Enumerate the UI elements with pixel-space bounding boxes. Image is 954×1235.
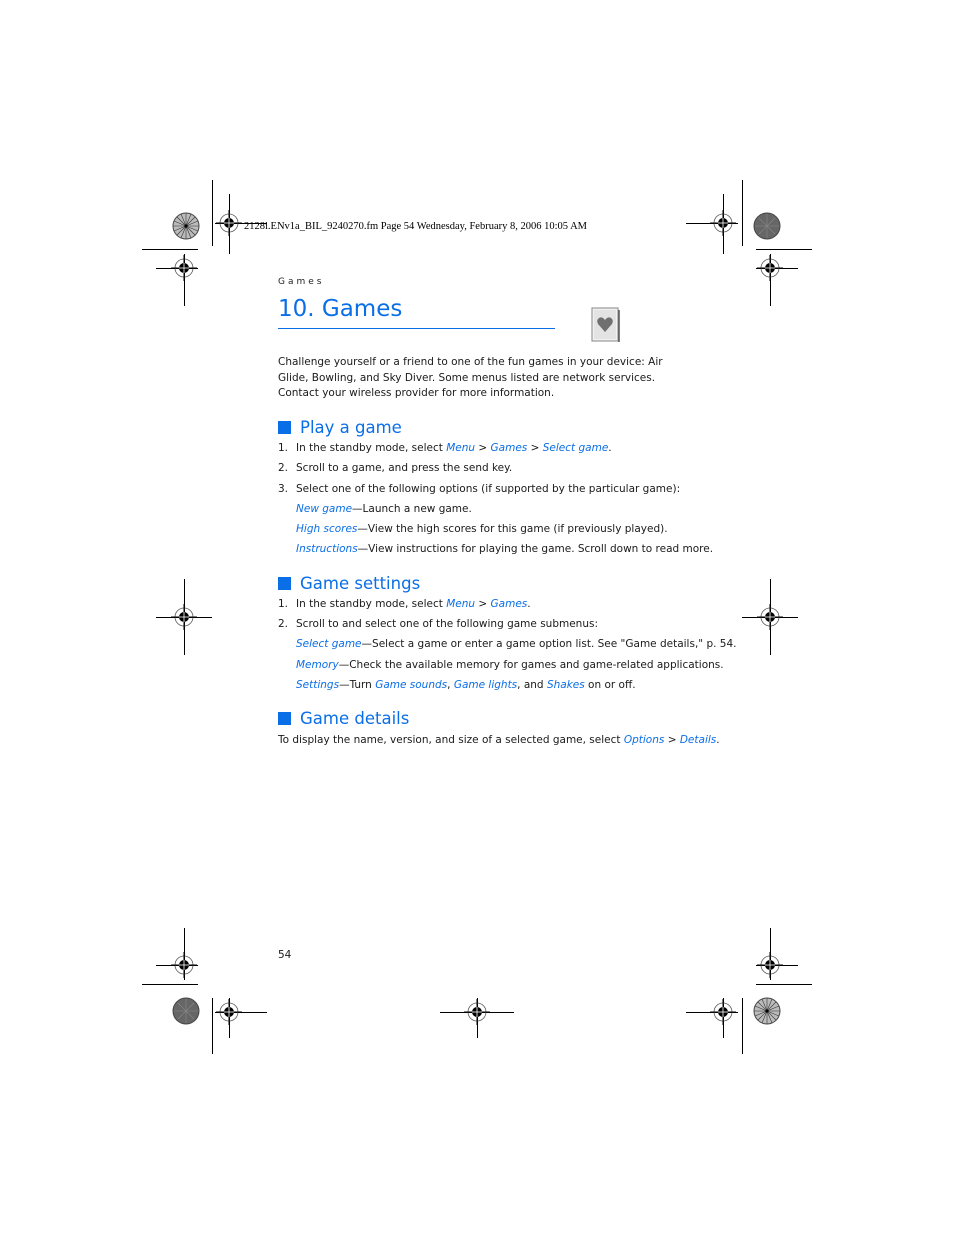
path-separator: > xyxy=(664,734,680,746)
step-text: . xyxy=(608,442,612,454)
option-item: Instructions—View instructions for playi… xyxy=(296,543,713,555)
menu-path-link: Options xyxy=(623,734,665,746)
crop-line xyxy=(212,998,213,1054)
option-desc: —View instructions for playing the game.… xyxy=(357,543,714,555)
menu-path-link: Shakes xyxy=(546,679,585,691)
option-desc: —View the high scores for this game (if … xyxy=(357,523,668,535)
registration-mark-icon xyxy=(171,604,197,630)
details-paragraph: To display the name, version, and size o… xyxy=(278,734,720,746)
color-rosette-icon xyxy=(172,212,200,240)
option-desc: , xyxy=(447,679,454,691)
menu-path-link: Games xyxy=(490,598,528,610)
page-number: 54 xyxy=(278,949,292,961)
option-term: Memory xyxy=(296,659,339,671)
color-rosette-icon xyxy=(172,997,200,1025)
step-text: In the standby mode, select xyxy=(296,442,447,454)
option-term: Settings xyxy=(296,679,340,691)
option-desc: —Select a game or enter a game option li… xyxy=(361,638,737,650)
option-item: High scores—View the high scores for thi… xyxy=(296,523,668,535)
section-heading-text: Play a game xyxy=(300,418,402,437)
step-text: Scroll to and select one of the followin… xyxy=(296,618,598,630)
paragraph-text: To display the name, version, and size o… xyxy=(278,734,624,746)
step-number: 1. xyxy=(278,442,289,454)
menu-path-link: Details xyxy=(679,734,717,746)
step-item: 1. In the standby mode, select Menu > Gam… xyxy=(278,598,531,610)
option-term: Select game xyxy=(296,638,362,650)
registration-mark-icon xyxy=(757,952,783,978)
registration-mark-icon xyxy=(757,255,783,281)
option-item: Settings—Turn Game sounds, Game lights, … xyxy=(296,679,636,691)
color-rosette-icon xyxy=(753,212,781,240)
step-item: 2. Scroll to a game, and press the send k… xyxy=(278,462,512,474)
registration-mark-icon xyxy=(757,604,783,630)
option-desc: —Launch a new game. xyxy=(352,503,472,515)
step-text: . xyxy=(527,598,531,610)
crop-line xyxy=(756,984,812,985)
chapter-title: 10. Games xyxy=(278,296,403,322)
option-desc: —Check the available memory for games an… xyxy=(338,659,724,671)
registration-mark-icon xyxy=(216,999,242,1025)
step-text: Scroll to a game, and press the send key… xyxy=(296,462,513,474)
menu-path-link: Menu xyxy=(446,598,476,610)
option-desc: —Turn xyxy=(339,679,376,691)
crop-line xyxy=(142,249,198,250)
crop-line xyxy=(742,180,743,246)
menu-path-link: Menu xyxy=(446,442,476,454)
step-text: In the standby mode, select xyxy=(296,598,447,610)
section-heading-text: Game settings xyxy=(300,574,421,593)
menu-path-link: Games xyxy=(490,442,528,454)
section-heading-game-settings: Game settings xyxy=(278,574,420,593)
chapter-title-underline xyxy=(278,328,555,329)
crop-line xyxy=(142,984,198,985)
step-text: Select one of the following options (if … xyxy=(296,483,681,495)
option-desc: , and xyxy=(517,679,547,691)
path-separator: > xyxy=(527,442,543,454)
path-separator: > xyxy=(475,598,491,610)
color-rosette-icon xyxy=(753,997,781,1025)
running-head: Games xyxy=(278,277,325,287)
option-desc: on or off. xyxy=(584,679,636,691)
registration-mark-icon xyxy=(171,255,197,281)
registration-mark-icon xyxy=(171,952,197,978)
step-item: 3. Select one of the following options (i… xyxy=(278,483,680,495)
paragraph-text: . xyxy=(716,734,720,746)
step-number: 2. xyxy=(278,618,289,630)
option-term: New game xyxy=(296,503,353,515)
option-term: Instructions xyxy=(296,543,358,555)
path-separator: > xyxy=(475,442,491,454)
option-item: Memory—Check the available memory for ga… xyxy=(296,659,724,671)
step-item: 1. In the standby mode, select Menu > Gam… xyxy=(278,442,612,454)
menu-path-link: Game lights xyxy=(453,679,518,691)
registration-mark-icon xyxy=(710,999,736,1025)
registration-mark-icon xyxy=(710,210,736,236)
crop-line xyxy=(742,998,743,1054)
step-item: 2. Scroll to and select one of the follow… xyxy=(278,618,598,630)
print-slug: 2128i.ENv1a_BIL_9240270.fm Page 54 Wedne… xyxy=(244,221,587,232)
step-number: 3. xyxy=(278,483,289,495)
section-bullet-icon xyxy=(278,577,291,590)
intro-paragraph: Challenge yourself or a friend to one of… xyxy=(278,356,663,399)
crop-line xyxy=(756,249,812,250)
option-item: Select game—Select a game or enter a gam… xyxy=(296,638,737,650)
section-heading-play-a-game: Play a game xyxy=(278,418,402,437)
section-heading-text: Game details xyxy=(300,709,410,728)
playing-card-heart-icon xyxy=(591,307,620,342)
registration-mark-icon xyxy=(216,210,242,236)
menu-path-link: Select game xyxy=(542,442,609,454)
menu-path-link: Game sounds xyxy=(375,679,448,691)
section-bullet-icon xyxy=(278,421,291,434)
crop-line xyxy=(212,180,213,246)
step-number: 1. xyxy=(278,598,289,610)
registration-mark-icon xyxy=(464,999,490,1025)
section-heading-game-details: Game details xyxy=(278,709,409,728)
option-item: New game—Launch a new game. xyxy=(296,503,472,515)
step-number: 2. xyxy=(278,462,289,474)
option-term: High scores xyxy=(296,523,358,535)
section-bullet-icon xyxy=(278,712,291,725)
